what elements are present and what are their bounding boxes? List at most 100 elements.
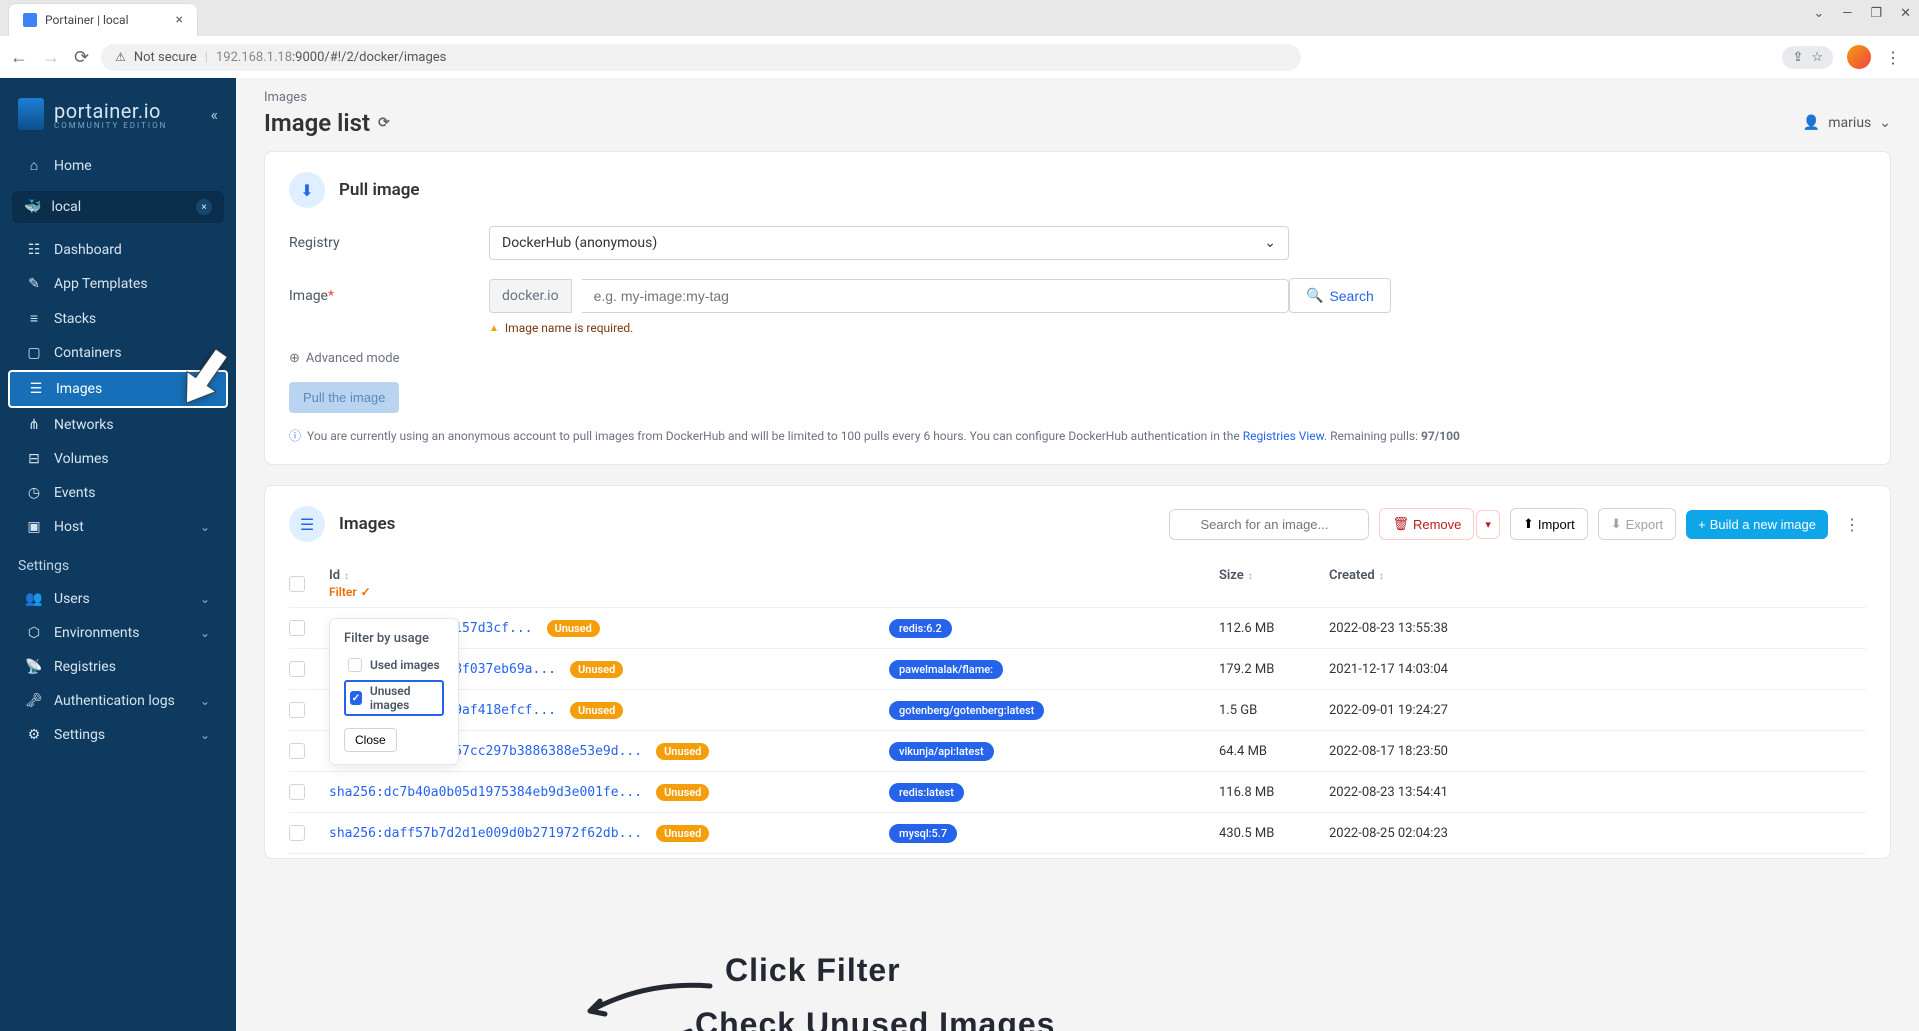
- sidebar-item-authentication-logs[interactable]: 🗝Authentication logs⌄: [8, 684, 228, 718]
- avatar[interactable]: [1847, 45, 1871, 69]
- sidebar-item-dashboard[interactable]: ☷Dashboard: [8, 233, 228, 267]
- menu-icon[interactable]: ⋮: [1885, 48, 1901, 67]
- row-checkbox[interactable]: [289, 702, 305, 718]
- advanced-mode-toggle[interactable]: ⊕ Advanced mode: [289, 351, 1866, 366]
- select-all-checkbox[interactable]: [289, 576, 305, 592]
- sidebar-item-label: Host: [54, 519, 84, 535]
- import-button[interactable]: ⬆ Import: [1510, 508, 1588, 540]
- browser-chrome: Portainer | local × ⌄ — ❐ ✕ ← → ⟳ ⚠ Not …: [0, 0, 1919, 78]
- environment-pill[interactable]: 🐳 local ×: [12, 191, 224, 223]
- list-icon: ☰: [289, 506, 325, 542]
- registries-link[interactable]: Registries View: [1243, 429, 1324, 443]
- remove-button[interactable]: 🗑 Remove: [1379, 508, 1474, 540]
- size-cell: 116.8 MB: [1219, 785, 1329, 800]
- annotation-text: Click Filter: [725, 952, 901, 989]
- pull-image-button[interactable]: Pull the image: [289, 382, 399, 413]
- tag-pill[interactable]: mysql:5.7: [889, 824, 957, 843]
- sidebar-item-environments[interactable]: ⬡Environments⌄: [8, 616, 228, 650]
- row-checkbox[interactable]: [289, 661, 305, 677]
- sidebar-item-registries[interactable]: 📡 Registries: [8, 650, 228, 684]
- checkbox[interactable]: [348, 658, 362, 672]
- size-cell: 430.5 MB: [1219, 826, 1329, 841]
- created-cell: 2022-09-01 19:24:27: [1329, 703, 1509, 718]
- image-input[interactable]: [582, 279, 1289, 313]
- sort-icon[interactable]: ↕: [1379, 571, 1384, 582]
- image-id-link[interactable]: sha256:dc7b40a0b05d1975384eb9d3e001fe...: [329, 785, 642, 800]
- collapse-icon[interactable]: «: [210, 105, 218, 124]
- filter-option-unused[interactable]: ✓ Unused images: [344, 680, 444, 716]
- chevron-down-icon[interactable]: ⌄: [1813, 6, 1824, 21]
- checkbox[interactable]: ✓: [350, 691, 362, 705]
- chevron-down-icon: ⌄: [200, 694, 210, 708]
- unused-badge: Unused: [656, 784, 709, 801]
- table-header: Id↕ Filter Filter by usage Used images ✓…: [289, 560, 1866, 608]
- images-list-card: ☰ Images 🗑 Remove ▾ ⬆ Import: [264, 485, 1891, 859]
- forward-icon[interactable]: →: [42, 47, 60, 68]
- window-close-icon[interactable]: ✕: [1900, 6, 1911, 21]
- settings-section-label: Settings: [0, 544, 236, 582]
- refresh-icon[interactable]: ⟳: [378, 115, 390, 131]
- sidebar-item-label: Registries: [54, 659, 116, 675]
- search-button[interactable]: 🔍 Search: [1289, 278, 1391, 313]
- row-checkbox[interactable]: [289, 620, 305, 636]
- row-checkbox[interactable]: [289, 825, 305, 841]
- favicon-icon: [23, 13, 37, 27]
- share-star[interactable]: ⇪ ☆: [1782, 46, 1833, 69]
- unused-badge: Unused: [547, 620, 600, 637]
- filter-link[interactable]: Filter: [329, 585, 889, 599]
- image-id-link[interactable]: sha256:daff57b7d2d1e009d0b271972f62db...: [329, 826, 642, 841]
- close-button[interactable]: Close: [344, 728, 397, 752]
- sidebar-item-app-templates[interactable]: ✎App Templates: [8, 267, 228, 301]
- sidebar-item-home[interactable]: ⌂ Home: [8, 148, 228, 183]
- sidebar-item-host[interactable]: ▣Host⌄: [8, 510, 228, 544]
- reload-icon[interactable]: ⟳: [74, 47, 89, 68]
- close-icon[interactable]: ×: [176, 12, 183, 28]
- registry-select[interactable]: DockerHub (anonymous) ⌄: [489, 226, 1289, 260]
- sidebar-item-volumes[interactable]: ⊟Volumes: [8, 442, 228, 476]
- logo-subtitle: COMMUNITY EDITION: [54, 121, 167, 130]
- sidebar-item-label: Settings: [54, 727, 105, 743]
- search-input[interactable]: [1169, 509, 1369, 540]
- sort-icon[interactable]: ↕: [1248, 571, 1253, 582]
- nav-icon: ▢: [26, 345, 42, 361]
- minimize-icon[interactable]: —: [1842, 6, 1852, 21]
- nav-icon: ▣: [26, 519, 42, 535]
- validation-message: Image name is required.: [489, 321, 1866, 335]
- row-checkbox[interactable]: [289, 784, 305, 800]
- close-icon[interactable]: ×: [196, 199, 212, 215]
- tag-pill[interactable]: vikunja/api:latest: [889, 742, 994, 761]
- sidebar: portainer.io COMMUNITY EDITION « ⌂ Home …: [0, 78, 236, 1031]
- sort-icon[interactable]: ↕: [344, 571, 349, 582]
- logo-text: portainer.io: [54, 99, 167, 123]
- address-bar[interactable]: ⚠ Not secure | 192.168.1.18:9000/#!/2/do…: [101, 44, 1301, 71]
- env-name: local: [51, 199, 81, 215]
- sidebar-item-stacks[interactable]: ≡Stacks: [8, 301, 228, 336]
- remove-dropdown[interactable]: ▾: [1476, 510, 1500, 539]
- row-checkbox[interactable]: [289, 743, 305, 759]
- chevron-down-icon: ⌄: [200, 592, 210, 606]
- user-menu[interactable]: 👤 marius ⌄: [1803, 115, 1891, 131]
- tag-pill[interactable]: gotenberg/gotenberg:latest: [889, 701, 1044, 720]
- export-button: ⬇ Export: [1598, 508, 1676, 540]
- tag-pill[interactable]: redis:latest: [889, 783, 964, 802]
- tag-pill[interactable]: pawelmalak/flame:: [889, 660, 1003, 679]
- table-row: ... 0af6622100c18f037eb69a...Unused pawe…: [289, 649, 1866, 690]
- plus-icon: +: [1698, 517, 1706, 532]
- filter-option-used[interactable]: Used images: [344, 656, 444, 674]
- maximize-icon[interactable]: ❐: [1870, 6, 1882, 21]
- more-icon[interactable]: ⋮: [1838, 515, 1866, 534]
- nav-icon: 📡: [26, 659, 42, 675]
- created-cell: 2022-08-25 02:04:23: [1329, 826, 1509, 841]
- sidebar-item-label: Users: [54, 591, 90, 607]
- back-icon[interactable]: ←: [10, 47, 28, 68]
- browser-tab[interactable]: Portainer | local ×: [8, 3, 198, 36]
- sidebar-item-label: Images: [56, 381, 102, 397]
- sidebar-item-events[interactable]: ◷Events: [8, 476, 228, 510]
- build-image-button[interactable]: + Build a new image: [1686, 510, 1828, 539]
- tag-pill[interactable]: redis:6.2: [889, 619, 952, 638]
- sidebar-item-settings[interactable]: ⚙Settings⌄: [8, 718, 228, 752]
- annotation-arrow: [595, 1026, 695, 1031]
- download-icon: ⬇: [289, 172, 325, 208]
- sidebar-item-users[interactable]: 👥Users⌄: [8, 582, 228, 616]
- app-root: portainer.io COMMUNITY EDITION « ⌂ Home …: [0, 78, 1919, 1031]
